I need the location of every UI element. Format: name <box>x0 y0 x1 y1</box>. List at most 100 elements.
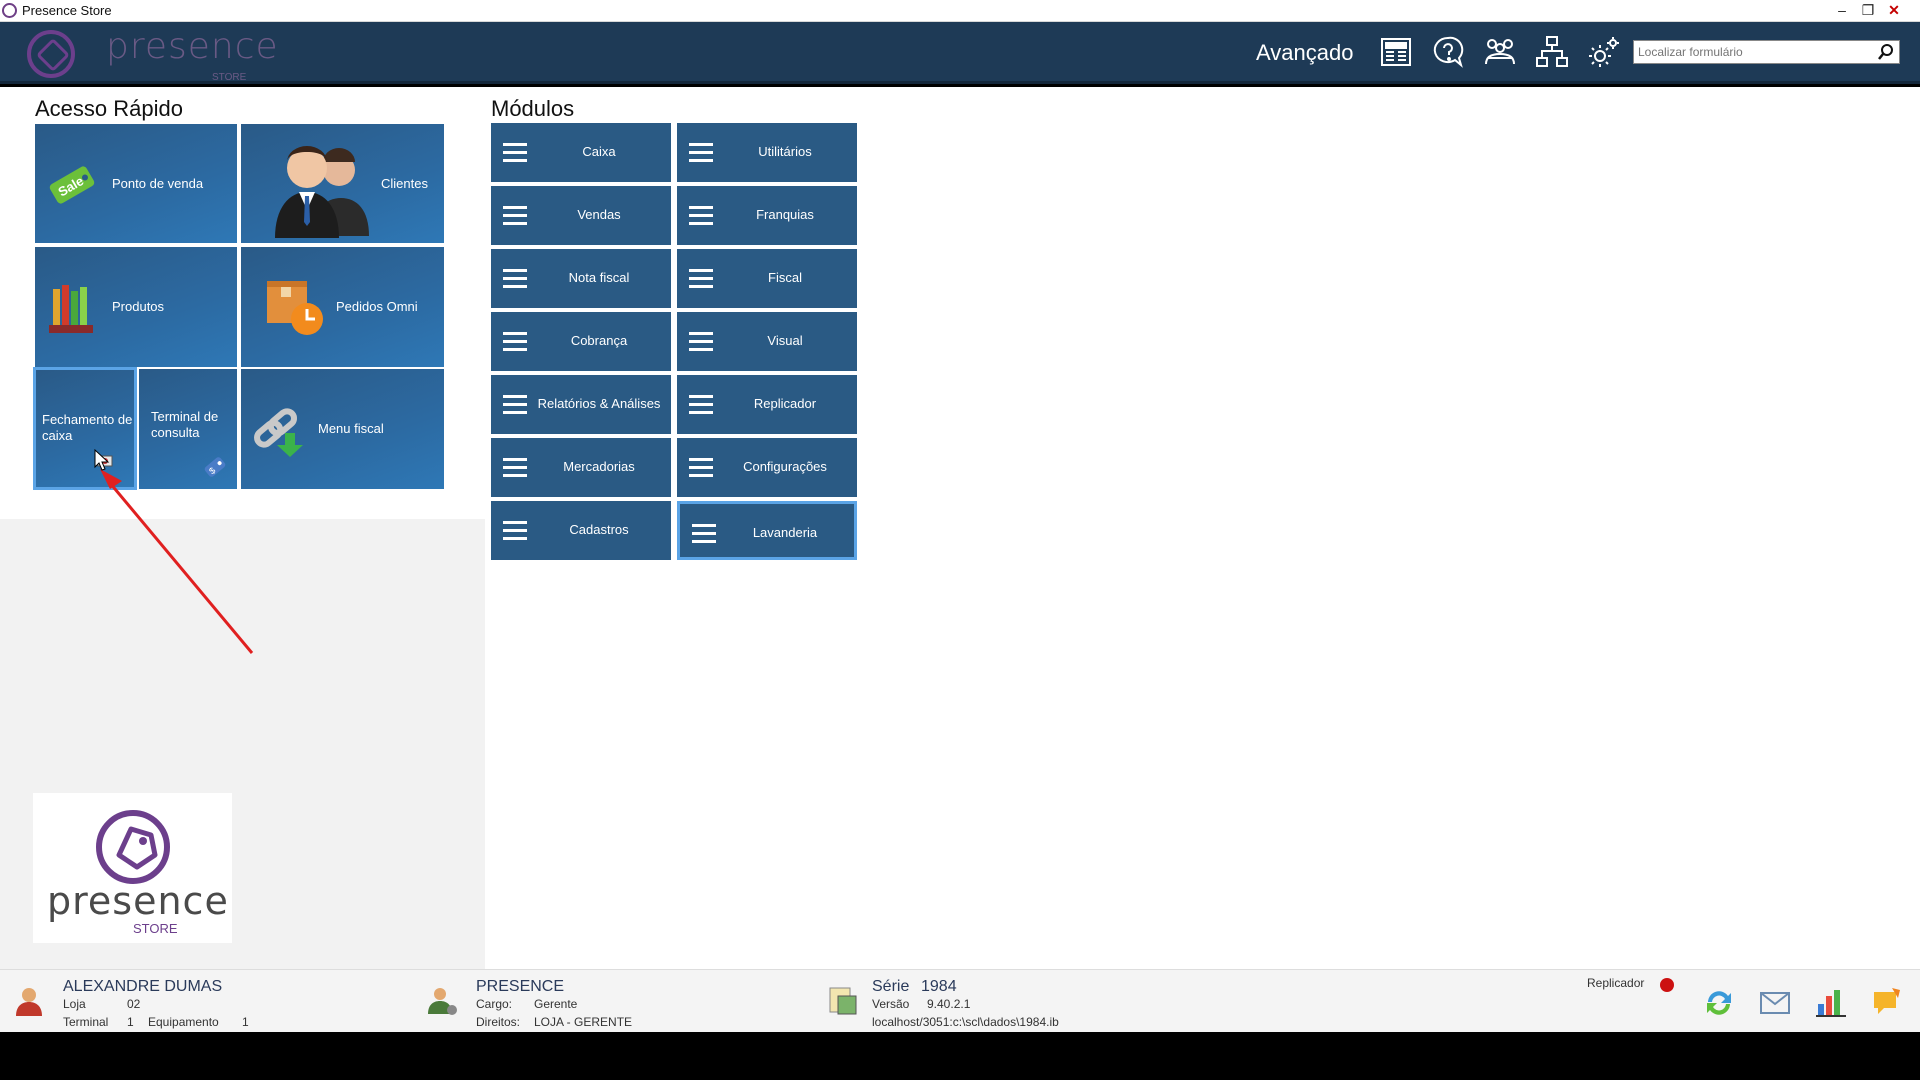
module-label: Vendas <box>577 207 621 222</box>
menu-icon <box>503 269 527 288</box>
settings-icon[interactable] <box>1586 34 1622 70</box>
advanced-mode-label[interactable]: Avançado <box>1256 40 1353 66</box>
logo-text: presence <box>106 26 279 67</box>
menu-icon <box>503 521 527 540</box>
equipment-label: Equipamento <box>148 1015 219 1029</box>
tile-menu-fiscal[interactable]: Menu fiscal <box>241 369 444 489</box>
module-utilit-rios[interactable]: Utilitários <box>677 123 857 182</box>
menu-icon <box>692 524 716 543</box>
module-label: Franquias <box>756 207 814 222</box>
tile-label: Menu fiscal <box>318 421 384 436</box>
module-cobran-a[interactable]: Cobrança <box>491 312 671 371</box>
window-title: Presence Store <box>22 3 112 18</box>
module-caixa[interactable]: Caixa <box>491 123 671 182</box>
tile-ponto-de-venda[interactable]: Sale Ponto de venda <box>35 124 237 243</box>
price-tag-icon: $ <box>204 457 226 477</box>
menu-icon <box>503 332 527 351</box>
module-configura-es[interactable]: Configurações <box>677 438 857 497</box>
menu-icon <box>503 143 527 162</box>
tile-terminal-de-consulta[interactable]: Terminal de consulta $ <box>139 369 237 489</box>
manager-icon <box>428 988 457 1015</box>
version-value: 9.40.2.1 <box>927 997 971 1011</box>
module-nota-fiscal[interactable]: Nota fiscal <box>491 249 671 308</box>
window-titlebar: Presence Store – ❐ ✕ <box>0 0 1920 22</box>
presence-logo-icon <box>96 810 170 884</box>
menu-icon <box>503 458 527 477</box>
form-search-field[interactable] <box>1633 40 1900 64</box>
module-label: Fiscal <box>768 270 802 285</box>
replicator-label: Replicador <box>1587 976 1645 990</box>
mouse-cursor-icon <box>94 449 110 471</box>
mail-icon[interactable] <box>1758 986 1792 1020</box>
terminal-label: Terminal <box>63 1015 109 1029</box>
user-name: ALEXANDRE DUMAS <box>63 978 223 995</box>
equipment-value: 1 <box>242 1015 249 1029</box>
chain-download-icon <box>254 408 303 457</box>
tile-produtos[interactable]: Produtos <box>35 247 237 367</box>
menu-icon <box>689 269 713 288</box>
users-icon[interactable] <box>1482 34 1518 70</box>
screen-bottom-edge <box>0 1032 1920 1080</box>
tile-clientes[interactable]: Clientes <box>241 124 444 243</box>
company-name: PRESENCE <box>476 978 565 995</box>
module-relat-rios-an-lises[interactable]: Relatórios & Análises <box>491 375 671 434</box>
module-replicador[interactable]: Replicador <box>677 375 857 434</box>
module-label: Relatórios & Análises <box>537 396 661 411</box>
role-value: Gerente <box>534 997 578 1011</box>
tile-label: Fechamento de caixa <box>42 412 133 443</box>
module-cadastros[interactable]: Cadastros <box>491 501 671 560</box>
tile-pedidos-omni[interactable]: Pedidos Omni <box>241 247 444 367</box>
close-button[interactable]: ✕ <box>1881 0 1907 22</box>
module-label: Caixa <box>582 144 616 159</box>
module-vendas[interactable]: Vendas <box>491 186 671 245</box>
tile-label: Clientes <box>381 176 428 191</box>
series-value: 1984 <box>921 978 957 995</box>
module-mercadorias[interactable]: Mercadorias <box>491 438 671 497</box>
module-label: Replicador <box>753 396 817 411</box>
rights-value: LOJA - GERENTE <box>534 1015 633 1029</box>
app-icon <box>2 3 17 18</box>
quick-access-title: Acesso Rápido <box>35 96 183 121</box>
restore-button[interactable]: ❐ <box>1855 0 1881 22</box>
module-label: Visual <box>767 333 803 348</box>
brand-logo: presence STORE <box>33 793 232 943</box>
search-input[interactable] <box>1634 41 1869 63</box>
module-fiscal[interactable]: Fiscal <box>677 249 857 308</box>
main-area: Acesso Rápido Sale Ponto de venda Client… <box>0 87 1920 969</box>
tile-label: Pedidos Omni <box>336 299 418 314</box>
search-icon[interactable] <box>1877 43 1895 61</box>
module-label: Lavanderia <box>752 525 818 540</box>
logo-subtext: STORE <box>212 72 247 83</box>
version-label: Versão <box>872 997 910 1011</box>
network-icon[interactable] <box>1534 34 1570 70</box>
tile-fechamento-de-caixa[interactable]: Fechamento de caixa <box>33 367 137 490</box>
notes-icon[interactable] <box>1870 984 1904 1018</box>
news-icon[interactable] <box>1378 34 1414 70</box>
terminal-value: 1 <box>127 1015 134 1029</box>
module-label: Nota fiscal <box>568 270 630 285</box>
presence-logo-icon <box>27 30 75 78</box>
menu-icon <box>503 206 527 225</box>
minimize-button[interactable]: – <box>1829 0 1855 22</box>
module-label: Configurações <box>743 459 827 474</box>
module-franquias[interactable]: Franquias <box>677 186 857 245</box>
people-icon <box>275 146 369 238</box>
refresh-icon[interactable] <box>1702 986 1736 1020</box>
app-header: presence STORE Avançado <box>0 22 1920 84</box>
menu-icon <box>689 143 713 162</box>
help-icon[interactable] <box>1430 34 1466 70</box>
database-icon <box>829 987 857 1015</box>
menu-icon <box>503 395 527 414</box>
status-bar: ALEXANDRE DUMAS Loja 02 Terminal 1 Equip… <box>0 969 1920 1032</box>
module-lavanderia[interactable]: Lavanderia <box>677 501 857 560</box>
chart-icon[interactable] <box>1814 986 1848 1020</box>
menu-icon <box>689 206 713 225</box>
database-path: localhost/3051:c:\scl\dados\1984.ib <box>872 1015 1059 1029</box>
module-label: Mercadorias <box>563 459 635 474</box>
brand-subtext: STORE <box>133 921 178 936</box>
menu-icon <box>689 332 713 351</box>
module-visual[interactable]: Visual <box>677 312 857 371</box>
rights-label: Direitos: <box>476 1015 521 1029</box>
brand-text: presence <box>47 879 229 923</box>
sale-tag-icon: Sale <box>49 166 95 204</box>
